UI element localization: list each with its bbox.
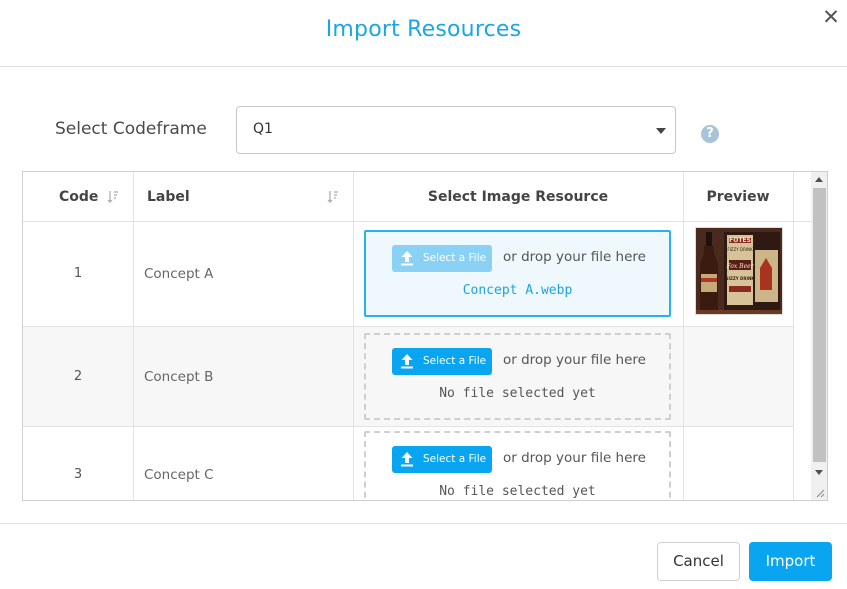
header-spacer — [793, 172, 811, 222]
column-divider — [683, 172, 684, 500]
upload-icon — [401, 452, 413, 467]
help-icon[interactable]: ? — [701, 125, 719, 143]
select-file-label: Select a File — [423, 453, 487, 465]
close-icon[interactable]: ✕ — [820, 6, 842, 28]
arrow-up-icon — [815, 177, 823, 182]
row-label: Concept C — [144, 467, 214, 483]
header-image: Select Image Resource — [353, 172, 683, 222]
codeframe-select[interactable]: Q1 — [236, 106, 676, 154]
select-file-button[interactable]: Select a File — [392, 446, 492, 473]
arrow-down-icon — [815, 470, 823, 475]
table-row: 1 Concept A Select a File or drop your f… — [23, 222, 793, 327]
preview-text: Fox Beer — [725, 263, 754, 270]
codeframe-label: Select Codeframe — [55, 119, 207, 139]
preview-text: SIZZY DRINK — [726, 276, 756, 281]
column-divider — [133, 172, 134, 500]
drop-hint: or drop your file here — [503, 450, 646, 466]
dialog-title: Import Resources — [325, 17, 522, 42]
drop-hint: or drop your file here — [503, 249, 646, 265]
row-label: Concept B — [144, 369, 214, 385]
select-file-button[interactable]: Select a File — [392, 245, 492, 272]
column-divider — [793, 172, 794, 500]
upload-icon — [401, 251, 413, 266]
selected-file-name: No file selected yet — [439, 386, 596, 401]
upload-icon — [401, 354, 413, 369]
footer-divider — [0, 523, 847, 524]
scroll-up-button[interactable] — [811, 172, 827, 187]
table-scrollbar[interactable] — [811, 172, 827, 500]
table-row: 3 Concept C Select a File or drop your f… — [23, 427, 793, 500]
selected-file-name: No file selected yet — [439, 484, 596, 499]
row-code: 3 — [73, 467, 83, 482]
scroll-down-button[interactable] — [811, 465, 827, 480]
preview-text: FIZZY DRINK — [727, 247, 753, 252]
select-file-button[interactable]: Select a File — [392, 348, 492, 375]
preview-image[interactable]: FOTES FIZZY DRINK Fox Beer SIZZY DRINK — [695, 227, 783, 315]
header-preview: Preview — [683, 172, 793, 222]
drop-zone[interactable]: Select a File or drop your file here No … — [364, 431, 671, 500]
drop-zone[interactable]: Select a File or drop your file here No … — [364, 333, 671, 420]
cancel-button[interactable]: Cancel — [657, 542, 740, 581]
preview-text: FOTES — [729, 237, 751, 244]
header-label[interactable]: Label — [133, 172, 353, 222]
sort-icon[interactable] — [107, 190, 119, 204]
resize-handle-icon[interactable] — [815, 488, 825, 498]
header-code[interactable]: Code — [23, 172, 133, 222]
codeframe-selected-value: Q1 — [253, 121, 273, 137]
select-file-label: Select a File — [423, 252, 487, 264]
row-code: 1 — [73, 266, 83, 281]
scrollbar-thumb[interactable] — [813, 188, 826, 462]
row-label: Concept A — [144, 266, 214, 282]
drop-hint: or drop your file here — [503, 352, 646, 368]
drop-zone[interactable]: Select a File or drop your file here Con… — [364, 230, 671, 317]
column-divider — [353, 172, 354, 500]
header-code-label: Code — [59, 189, 99, 205]
table-row: 2 Concept B Select a File or drop your f… — [23, 327, 793, 427]
select-file-label: Select a File — [423, 355, 487, 367]
header-label-label: Label — [147, 189, 190, 205]
selected-file-name: Concept A.webp — [462, 283, 573, 298]
sort-icon[interactable] — [327, 190, 339, 204]
dialog-header: Import Resources ✕ — [0, 0, 847, 67]
row-code: 2 — [73, 369, 83, 384]
chevron-down-icon — [656, 128, 666, 134]
resource-table: Code Label Select Image Resource Preview… — [22, 171, 828, 501]
import-button[interactable]: Import — [749, 542, 832, 581]
